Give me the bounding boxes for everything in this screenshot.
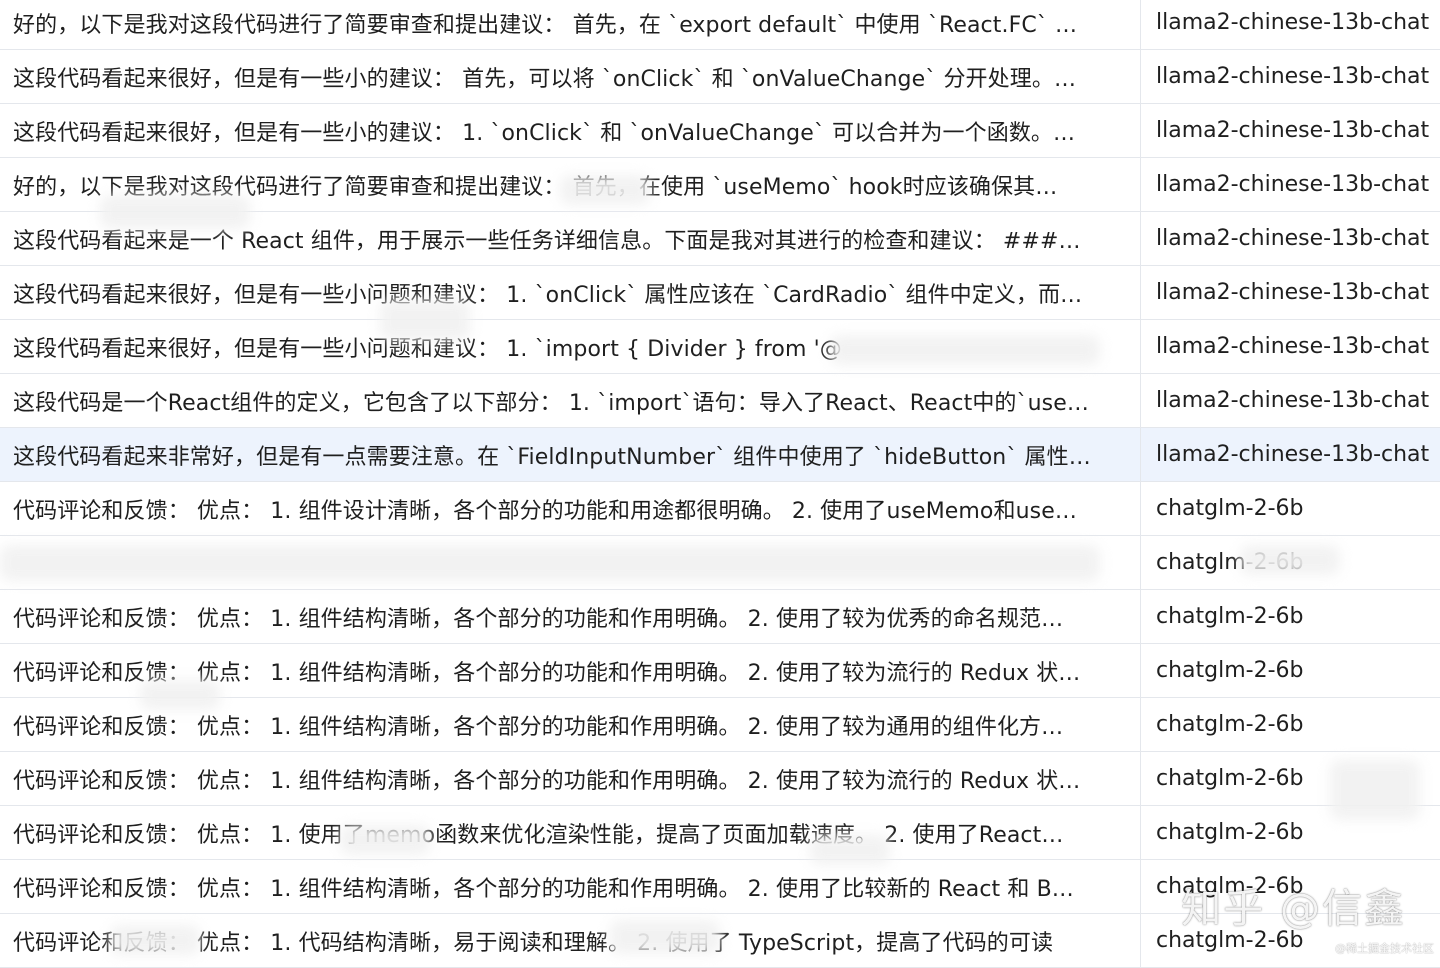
redaction-blur	[810, 835, 890, 865]
model-cell[interactable]: chatglm-2-6b	[1141, 698, 1440, 751]
model-name: chatglm-2-6b	[1156, 496, 1304, 521]
model-name: llama2-chinese-13b-chat	[1156, 334, 1430, 359]
review-cell[interactable]: 代码评论和反馈： 优点： 1. 组件结构清晰，各个部分的功能和作用明确。 2. …	[0, 590, 1141, 643]
watermark-text: 知乎 @信鑫	[1181, 886, 1406, 932]
model-name: llama2-chinese-13b-chat	[1156, 226, 1430, 251]
model-name: chatglm-2-6b	[1156, 604, 1304, 629]
redaction-blur	[830, 335, 1100, 365]
review-cell[interactable]: 这段代码看起来很好，但是有一些小的建议： 1. `onClick` 和 `onV…	[0, 104, 1141, 157]
model-name: chatglm-2-6b	[1156, 658, 1304, 683]
model-name: llama2-chinese-13b-chat	[1156, 10, 1430, 35]
redaction-blur	[1330, 760, 1420, 820]
model-cell[interactable]: chatglm-2-6b	[1141, 644, 1440, 697]
redaction-blur	[1240, 545, 1340, 575]
redaction-blur	[140, 680, 220, 710]
table-row[interactable]: 好的，以下是我对这段代码进行了简要审查和提出建议： 首先，在 `export d…	[0, 0, 1440, 50]
model-cell[interactable]: llama2-chinese-13b-chat	[1141, 104, 1440, 157]
review-text: 代码评论和反馈： 优点： 1. 使用了memo函数来优化渲染性能，提高了页面加载…	[13, 822, 1064, 848]
review-text: 这段代码看起来很好，但是有一些小问题和建议： 1. `onClick` 属性应该…	[13, 282, 1083, 308]
table-row[interactable]: 代码评论和反馈： 优点： 1. 组件设计清晰，各个部分的功能和用途都很明确。 2…	[0, 482, 1440, 536]
redaction-blur	[0, 545, 1100, 581]
model-cell[interactable]: chatglm-2-6b	[1141, 590, 1440, 643]
model-name: llama2-chinese-13b-chat	[1156, 118, 1430, 143]
review-cell[interactable]: 代码评论和反馈： 优点： 1. 组件结构清晰，各个部分的功能和作用明确。 2. …	[0, 752, 1141, 805]
review-cell[interactable]: 这段代码看起来很好，但是有一些小的建议： 首先，可以将 `onClick` 和 …	[0, 50, 1141, 103]
review-text: 这段代码看起来很好，但是有一些小的建议： 1. `onClick` 和 `onV…	[13, 120, 1076, 146]
model-cell[interactable]: llama2-chinese-13b-chat	[1141, 212, 1440, 265]
review-cell[interactable]: 好的，以下是我对这段代码进行了简要审查和提出建议： 首先，在 `export d…	[0, 0, 1141, 49]
model-cell[interactable]: llama2-chinese-13b-chat	[1141, 266, 1440, 319]
redaction-blur	[610, 920, 720, 954]
table-row-selected[interactable]: 这段代码看起来非常好，但是有一点需要注意。在 `FieldInputNumber…	[0, 428, 1440, 482]
redaction-blur	[100, 195, 250, 229]
table-row[interactable]: 代码评论和反馈： 优点： 1. 使用了memo函数来优化渲染性能，提高了页面加载…	[0, 806, 1440, 860]
review-text: 好的，以下是我对这段代码进行了简要审查和提出建议： 首先，在 `export d…	[13, 12, 1078, 38]
redaction-blur	[110, 925, 200, 955]
review-text: 代码评论和反馈： 优点： 1. 组件结构清晰，各个部分的功能和作用明确。 2. …	[13, 714, 1064, 740]
watermark-small-text: @稀土掘金技术社区	[1335, 942, 1434, 955]
model-cell[interactable]: chatglm-2-6b	[1141, 482, 1440, 535]
model-name: llama2-chinese-13b-chat	[1156, 64, 1430, 89]
review-cell[interactable]: 代码评论和反馈： 优点： 1. 组件设计清晰，各个部分的功能和用途都很明确。 2…	[0, 482, 1141, 535]
model-name: chatglm-2-6b	[1156, 712, 1304, 737]
table-row[interactable]: 这段代码看起来很好，但是有一些小问题和建议： 1. `onClick` 属性应该…	[0, 266, 1440, 320]
review-text: 这段代码看起来很好，但是有一些小的建议： 首先，可以将 `onClick` 和 …	[13, 66, 1077, 92]
model-cell[interactable]: llama2-chinese-13b-chat	[1141, 158, 1440, 211]
redaction-blur	[340, 825, 430, 855]
table-row[interactable]: 代码评论和反馈： 优点： 1. 组件结构清晰，各个部分的功能和作用明确。 2. …	[0, 752, 1440, 806]
review-text: 代码评论和反馈： 优点： 1. 组件结构清晰，各个部分的功能和作用明确。 2. …	[13, 876, 1074, 902]
review-text: 这段代码看起来非常好，但是有一点需要注意。在 `FieldInputNumber…	[13, 444, 1091, 470]
review-cell[interactable]: 代码评论和反馈： 优点： 1. 组件结构清晰，各个部分的功能和作用明确。 2. …	[0, 860, 1141, 913]
review-text: 代码评论和反馈： 优点： 1. 组件结构清晰，各个部分的功能和作用明确。 2. …	[13, 768, 1081, 794]
table-row[interactable]: 这段代码看起来很好，但是有一些小问题和建议： 1. `import { Divi…	[0, 320, 1440, 374]
redaction-blur	[380, 300, 470, 340]
model-name: llama2-chinese-13b-chat	[1156, 172, 1430, 197]
model-cell[interactable]: llama2-chinese-13b-chat	[1141, 428, 1440, 481]
review-cell[interactable]: 代码评论和反馈： 优点： 1. 使用了memo函数来优化渲染性能，提高了页面加载…	[0, 806, 1141, 859]
table-row[interactable]: 这段代码看起来很好，但是有一些小的建议： 1. `onClick` 和 `onV…	[0, 104, 1440, 158]
review-text: 代码评论和反馈： 优点： 1. 组件结构清晰，各个部分的功能和作用明确。 2. …	[13, 606, 1064, 632]
review-cell[interactable]: 这段代码看起来很好，但是有一些小问题和建议： 1. `onClick` 属性应该…	[0, 266, 1141, 319]
model-cell[interactable]: llama2-chinese-13b-chat	[1141, 320, 1440, 373]
results-table: 好的，以下是我对这段代码进行了简要审查和提出建议： 首先，在 `export d…	[0, 0, 1440, 968]
model-cell[interactable]: llama2-chinese-13b-chat	[1141, 50, 1440, 103]
review-cell[interactable]: 这段代码看起来非常好，但是有一点需要注意。在 `FieldInputNumber…	[0, 428, 1141, 481]
model-cell[interactable]: llama2-chinese-13b-chat	[1141, 374, 1440, 427]
table-row[interactable]: 代码评论和反馈： 优点： 1. 组件结构清晰，各个部分的功能和作用明确。 2. …	[0, 590, 1440, 644]
review-text: 代码评论和反馈： 优点： 1. 组件设计清晰，各个部分的功能和用途都很明确。 2…	[13, 498, 1077, 524]
review-cell[interactable]: 这段代码是一个React组件的定义，它包含了以下部分： 1. `import`语…	[0, 374, 1141, 427]
model-name: llama2-chinese-13b-chat	[1156, 442, 1430, 467]
table-row[interactable]: 这段代码是一个React组件的定义，它包含了以下部分： 1. `import`语…	[0, 374, 1440, 428]
model-name: llama2-chinese-13b-chat	[1156, 280, 1430, 305]
redaction-blur	[560, 175, 650, 205]
table-row[interactable]: 这段代码看起来很好，但是有一些小的建议： 首先，可以将 `onClick` 和 …	[0, 50, 1440, 104]
model-name: chatglm-2-6b	[1156, 820, 1304, 845]
model-name: llama2-chinese-13b-chat	[1156, 388, 1430, 413]
review-text: 这段代码是一个React组件的定义，它包含了以下部分： 1. `import`语…	[13, 390, 1089, 416]
model-cell[interactable]: llama2-chinese-13b-chat	[1141, 0, 1440, 49]
